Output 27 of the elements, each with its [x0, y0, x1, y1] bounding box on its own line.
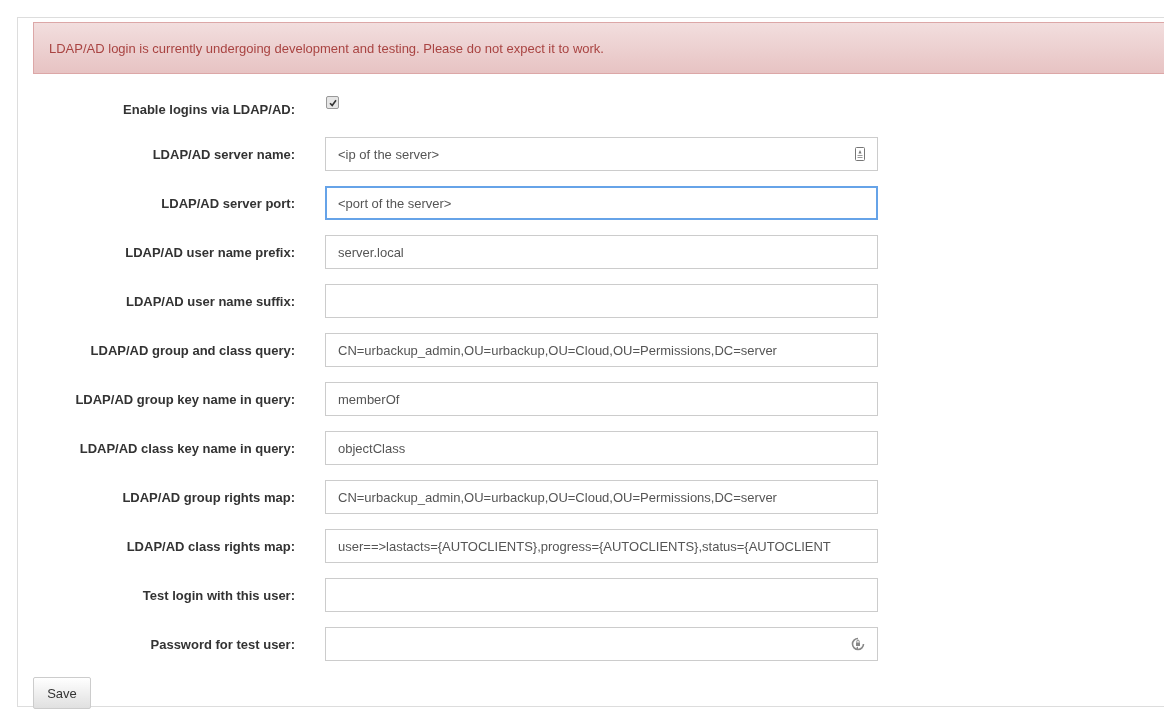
input-field[interactable]: user==>lastacts={AUTOCLIENTS},progress={AUTOCLIENTS},status={AUTOCLIENT: [325, 529, 878, 563]
field-label: Password for test user:: [149, 636, 295, 652]
input-field[interactable]: <ip of the server>: [325, 137, 878, 171]
field-label: LDAP/AD user name prefix:: [124, 244, 295, 260]
field-label: LDAP/AD group key name in query:: [74, 391, 295, 407]
field-label: LDAP/AD class key name in query:: [78, 440, 295, 456]
input-field[interactable]: CN=urbackup_admin,OU=urbackup,OU=Cloud,OU=Permissions,DC=server: [325, 333, 878, 367]
input-field[interactable]: objectClass: [325, 431, 878, 465]
field-label: LDAP/AD server port:: [160, 195, 295, 211]
input-field[interactable]: [325, 284, 878, 318]
field-label: LDAP/AD group rights map:: [121, 489, 295, 505]
save-button[interactable]: Save: [33, 677, 91, 709]
field-label: LDAP/AD user name suffix:: [124, 293, 295, 309]
input-field[interactable]: <port of the server>: [325, 186, 878, 220]
checkbox[interactable]: [326, 96, 339, 109]
field-label: Enable logins via LDAP/AD:: [122, 102, 295, 117]
input-field[interactable]: memberOf: [325, 382, 878, 416]
field-label: LDAP/AD server name:: [151, 146, 295, 162]
input-field[interactable]: CN=urbackup_admin,OU=urbackup,OU=Cloud,OU=Permissions,DC=server: [325, 480, 878, 514]
contact-card-icon[interactable]: [855, 147, 865, 161]
input-field[interactable]: [325, 627, 878, 661]
field-label: Test login with this user:: [141, 587, 295, 603]
field-label: LDAP/AD class rights map:: [125, 538, 295, 554]
field-label: LDAP/AD group and class query:: [89, 342, 295, 358]
warning-text: LDAP/AD login is currently undergoing development and testing. Please do not expect it to work.: [49, 40, 604, 56]
input-field[interactable]: server.local: [325, 235, 878, 269]
input-field[interactable]: [325, 578, 878, 612]
